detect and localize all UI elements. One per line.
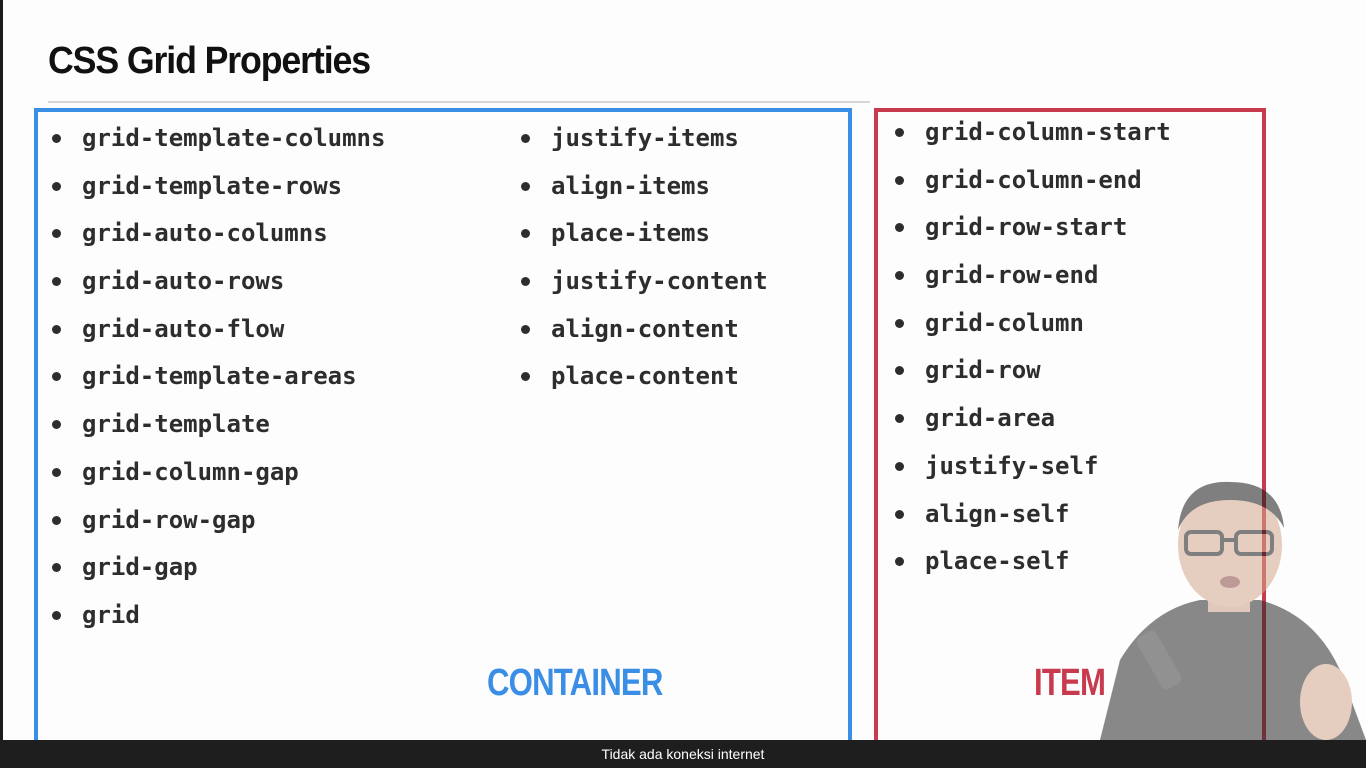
property-name: grid-row: [925, 356, 1041, 385]
property-item: grid-auto-columns: [52, 210, 385, 258]
property-name: grid-column-gap: [82, 457, 299, 486]
property-name: grid-column-end: [925, 165, 1142, 194]
container-label: CONTAINER: [487, 662, 663, 704]
property-name: justify-self: [925, 451, 1099, 480]
property-item: grid-gap: [52, 544, 385, 592]
bullet-icon: [52, 324, 61, 334]
property-item: grid-row-start: [895, 204, 1171, 252]
bullet-icon: [521, 277, 530, 287]
property-item: justify-items: [521, 115, 768, 163]
property-item: grid: [52, 592, 385, 640]
presentation-slide: CSS Grid Properties grid-template-column…: [0, 0, 1366, 740]
property-item: grid-row-gap: [52, 497, 385, 545]
property-name: align-content: [551, 314, 739, 343]
property-name: grid-row-end: [925, 261, 1099, 290]
property-name: place-items: [551, 219, 710, 248]
property-item: grid-row-end: [895, 252, 1171, 300]
property-name: align-self: [925, 499, 1070, 528]
property-name: grid-gap: [82, 553, 198, 582]
bullet-icon: [895, 509, 904, 519]
property-item: grid-auto-flow: [52, 306, 385, 354]
container-properties-list-1: grid-template-columns grid-template-rows g…: [52, 115, 386, 640]
bullet-icon: [52, 467, 61, 477]
bullet-icon: [52, 610, 61, 620]
property-name: grid-template: [82, 410, 270, 439]
property-name: grid-template-columns: [82, 124, 386, 152]
property-item: grid-auto-rows: [52, 258, 385, 306]
bullet-icon: [895, 271, 904, 281]
property-item: grid-row: [895, 347, 1171, 395]
bullet-icon: [895, 128, 904, 137]
property-name: grid-area: [925, 404, 1056, 433]
property-item: align-content: [521, 306, 768, 354]
property-item: grid-column-gap: [52, 449, 385, 497]
property-item: place-content: [521, 353, 768, 401]
property-name: align-items: [551, 171, 710, 200]
bullet-icon: [52, 515, 61, 525]
property-item: grid-template-rows: [52, 163, 385, 211]
connection-status-message: Tidak ada koneksi internet: [601, 746, 765, 762]
property-name: place-content: [551, 362, 739, 391]
property-name: place-self: [925, 547, 1070, 576]
bullet-icon: [895, 175, 904, 185]
property-item: grid-template-columns: [52, 115, 386, 163]
property-name: grid-template-areas: [82, 362, 357, 391]
bullet-icon: [895, 318, 904, 328]
property-name: grid-auto-rows: [82, 267, 285, 296]
property-name: grid-auto-columns: [82, 219, 328, 248]
property-item: grid-column: [895, 300, 1171, 348]
window-edge: [0, 0, 3, 740]
property-name: grid-column-start: [925, 118, 1171, 146]
property-item: grid-column-start: [895, 109, 1171, 157]
property-name: grid-row-start: [925, 213, 1128, 242]
presenter-mouth: [1220, 576, 1240, 588]
property-item: align-items: [521, 163, 768, 211]
property-item: justify-content: [521, 258, 768, 306]
presenter-hand: [1300, 664, 1352, 740]
bullet-icon: [52, 181, 61, 191]
property-name: justify-content: [551, 267, 768, 296]
property-item: grid-template: [52, 401, 385, 449]
property-name: grid-auto-flow: [82, 314, 285, 343]
property-name: grid-column: [925, 308, 1084, 337]
bullet-icon: [521, 181, 530, 191]
property-name: grid: [82, 600, 140, 629]
bullet-icon: [52, 277, 61, 287]
bullet-icon: [521, 324, 530, 334]
slide-title: CSS Grid Properties: [48, 40, 371, 82]
bullet-icon: [52, 134, 61, 143]
bullet-icon: [895, 461, 904, 471]
property-item: place-items: [521, 210, 768, 258]
property-name: grid-row-gap: [82, 505, 256, 534]
property-name: grid-template-rows: [82, 171, 343, 200]
bullet-icon: [521, 134, 530, 143]
title-divider: [48, 101, 870, 103]
property-item: grid-column-end: [895, 157, 1171, 205]
container-properties-list-2: justify-items align-items place-items justi…: [521, 115, 768, 401]
property-name: justify-items: [551, 124, 739, 152]
connection-status-bar: Tidak ada koneksi internet: [0, 740, 1366, 768]
property-item: grid-area: [895, 395, 1171, 443]
property-item: grid-template-areas: [52, 353, 385, 401]
presenter-video-overlay: [1100, 481, 1366, 740]
